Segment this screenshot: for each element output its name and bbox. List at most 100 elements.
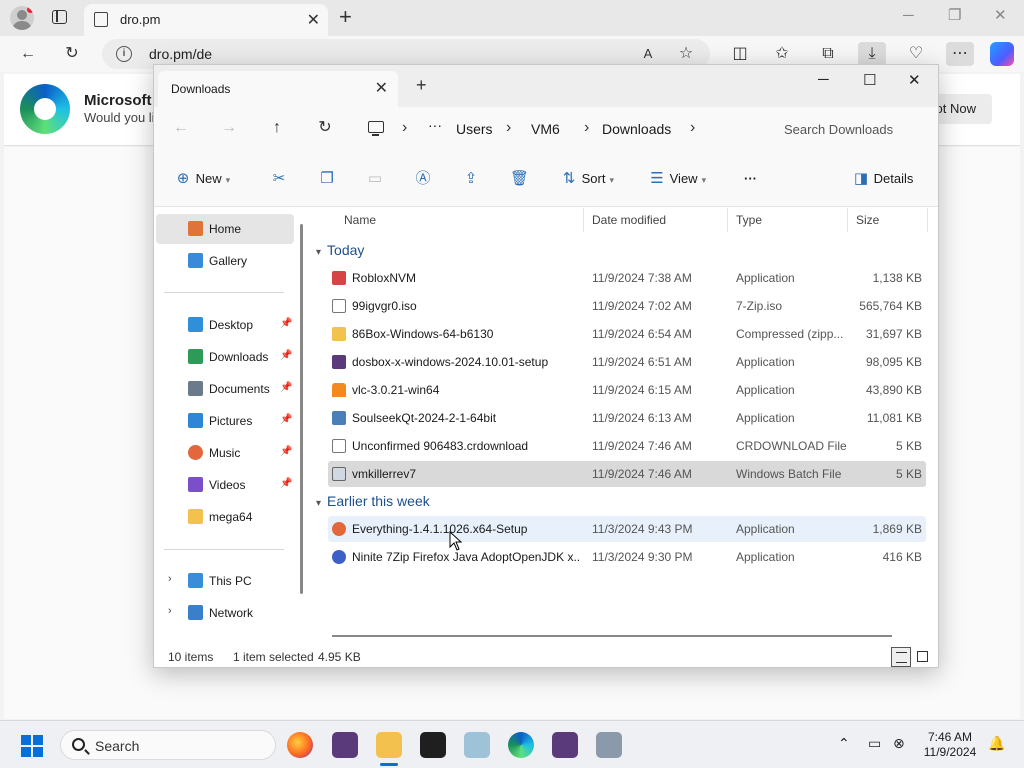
browser-minimize-button[interactable]: ─ <box>903 6 914 26</box>
show-hidden-icons-chevron[interactable]: ⌃ <box>838 735 850 752</box>
downloads-icon[interactable]: ⤓ <box>858 42 886 66</box>
file-row[interactable]: RobloxNVM 11/9/2024 7:38 AM Application … <box>328 265 926 291</box>
file-row[interactable]: SoulseekQt-2024-2-1-64bit 11/9/2024 6:13… <box>328 405 926 431</box>
sort-button[interactable]: ⇅ Sort ▾ <box>560 169 614 189</box>
close-tab-icon[interactable]: ✕ <box>307 10 320 30</box>
explorer-minimize-button[interactable]: ─ <box>818 71 829 88</box>
cut-button[interactable]: ✂ <box>270 169 288 189</box>
settings-more-icon[interactable]: ⋯ <box>946 42 974 66</box>
close-explorer-tab-icon[interactable]: ✕ <box>375 78 388 98</box>
column-header-size[interactable]: Size <box>848 208 928 232</box>
browser-restore-button[interactable]: ❐ <box>948 6 961 26</box>
read-aloud-icon[interactable]: A <box>636 42 660 66</box>
terminal-icon[interactable] <box>420 732 446 758</box>
copilot-icon[interactable] <box>990 42 1014 66</box>
installer-taskbar-icon[interactable] <box>596 732 622 758</box>
site-info-icon[interactable]: i <box>116 46 132 62</box>
column-header-date[interactable]: Date modified <box>584 208 728 232</box>
explorer-new-tab-button[interactable]: + <box>416 75 427 96</box>
taskbar-search[interactable]: Search <box>60 730 276 760</box>
file-row-selected[interactable]: vmkillerrev7 11/9/2024 7:46 AM Windows B… <box>328 461 926 487</box>
copy-button[interactable]: ❐ <box>318 169 336 189</box>
breadcrumb-vm6[interactable]: VM6 <box>531 121 560 137</box>
group-header-earlier[interactable]: ▾ Earlier this week <box>316 489 430 513</box>
favorite-star-icon[interactable]: ☆ <box>674 42 698 66</box>
column-header-name[interactable]: Name <box>336 208 584 232</box>
sidebar-scrollbar[interactable] <box>300 224 303 594</box>
notepad-icon[interactable] <box>464 732 490 758</box>
browser-tab[interactable]: dro.pm ✕ <box>84 4 328 36</box>
pin-icon[interactable]: 📌 <box>280 414 292 425</box>
column-header-type[interactable]: Type <box>728 208 848 232</box>
sidebar-item-mega64[interactable]: mega64 <box>156 502 294 532</box>
file-explorer-icon[interactable] <box>376 732 402 766</box>
chevron-right-icon[interactable]: › <box>168 605 172 617</box>
paste-button[interactable]: ▭ <box>366 169 384 189</box>
browser-essentials-icon[interactable]: ♡ <box>904 42 928 66</box>
nav-refresh-button[interactable]: ↻ <box>314 117 336 139</box>
new-tab-button[interactable]: + <box>339 5 352 29</box>
firefox-icon[interactable] <box>287 732 313 758</box>
breadcrumb-downloads[interactable]: Downloads <box>602 121 671 137</box>
profile-avatar[interactable] <box>10 6 34 30</box>
sidebar-item-desktop[interactable]: Desktop 📌 <box>156 310 294 340</box>
breadcrumb-separator[interactable]: › <box>690 119 695 137</box>
network-status-icon[interactable]: ▭ <box>868 735 881 752</box>
horizontal-scrollbar[interactable] <box>332 635 892 637</box>
tab-actions-icon[interactable] <box>52 10 67 24</box>
sidebar-item-network[interactable]: › Network <box>156 598 294 628</box>
file-row[interactable]: 99igvgr0.iso 11/9/2024 7:02 AM 7-Zip.iso… <box>328 293 926 319</box>
back-button[interactable]: ← <box>16 42 40 66</box>
dosbox-x-taskbar-icon[interactable] <box>552 732 578 758</box>
breadcrumb-separator[interactable]: › <box>402 119 407 137</box>
delete-button[interactable]: 🗑 <box>510 169 529 189</box>
file-row[interactable]: Unconfirmed 906483.crdownload 11/9/2024 … <box>328 433 926 459</box>
this-pc-icon[interactable] <box>368 121 384 136</box>
details-view-button[interactable] <box>891 647 911 667</box>
file-row[interactable]: vlc-3.0.21-win64 11/9/2024 6:15 AM Appli… <box>328 377 926 403</box>
pin-icon[interactable]: 📌 <box>280 382 292 393</box>
view-button[interactable]: ☰ View ▾ <box>648 169 706 189</box>
notification-bell-icon[interactable]: 🔔 <box>988 735 1005 752</box>
sidebar-item-home[interactable]: Home <box>156 214 294 244</box>
sidebar-item-pictures[interactable]: Pictures 📌 <box>156 406 294 436</box>
collections-icon[interactable]: ⧉ <box>816 42 840 66</box>
rename-button[interactable]: Ⓐ <box>414 169 432 189</box>
pin-icon[interactable]: 📌 <box>280 318 292 329</box>
file-row[interactable]: dosbox-x-windows-2024.10.01-setup 11/9/2… <box>328 349 926 375</box>
system-clock[interactable]: 7:46 AM 11/9/2024 <box>918 730 982 760</box>
volume-muted-icon[interactable]: ⊗ <box>893 735 905 752</box>
see-more-button[interactable]: ··· <box>744 169 757 189</box>
file-row[interactable]: Ninite 7Zip Firefox Java AdoptOpenJDK x.… <box>328 544 926 570</box>
search-downloads-input[interactable]: Search Downloads <box>768 113 936 145</box>
breadcrumb-separator[interactable]: › <box>584 119 589 137</box>
dosbox-taskbar-icon[interactable] <box>332 732 358 758</box>
large-icons-view-button[interactable] <box>913 647 933 667</box>
file-row-hovered[interactable]: Everything-1.4.1.1026.x64-Setup 11/3/202… <box>328 516 926 542</box>
sidebar-item-music[interactable]: Music 📌 <box>156 438 294 468</box>
pin-icon[interactable]: 📌 <box>280 350 292 361</box>
chevron-right-icon[interactable]: › <box>168 573 172 585</box>
new-button[interactable]: ⊕ New ▾ <box>174 169 230 189</box>
breadcrumb-separator[interactable]: › <box>506 119 511 137</box>
explorer-maximize-button[interactable]: ☐ <box>863 71 876 89</box>
file-row[interactable]: 86Box-Windows-64-b6130 11/9/2024 6:54 AM… <box>328 321 926 347</box>
edge-taskbar-icon[interactable] <box>508 732 534 758</box>
favorites-icon[interactable]: ✩ <box>770 42 794 66</box>
nav-back-button[interactable]: ← <box>170 117 192 139</box>
refresh-button[interactable]: ↻ <box>60 42 84 66</box>
share-button[interactable]: ⇪ <box>462 169 480 189</box>
details-button[interactable]: ◨ Details <box>852 169 913 189</box>
pin-icon[interactable]: 📌 <box>280 478 292 489</box>
breadcrumb[interactable]: › ··· Users › VM6 › Downloads › <box>358 113 760 145</box>
sidebar-item-videos[interactable]: Videos 📌 <box>156 470 294 500</box>
explorer-tab[interactable]: Downloads ✕ <box>158 71 398 107</box>
start-button[interactable] <box>21 735 43 757</box>
split-screen-icon[interactable]: ◫ <box>728 42 752 66</box>
nav-up-button[interactable]: ↑ <box>266 117 288 139</box>
pin-icon[interactable]: 📌 <box>280 446 292 457</box>
breadcrumb-overflow-icon[interactable]: ··· <box>428 117 442 133</box>
sidebar-item-gallery[interactable]: Gallery <box>156 246 294 276</box>
sidebar-item-downloads[interactable]: Downloads 📌 <box>156 342 294 372</box>
group-header-today[interactable]: ▾ Today <box>316 238 364 262</box>
